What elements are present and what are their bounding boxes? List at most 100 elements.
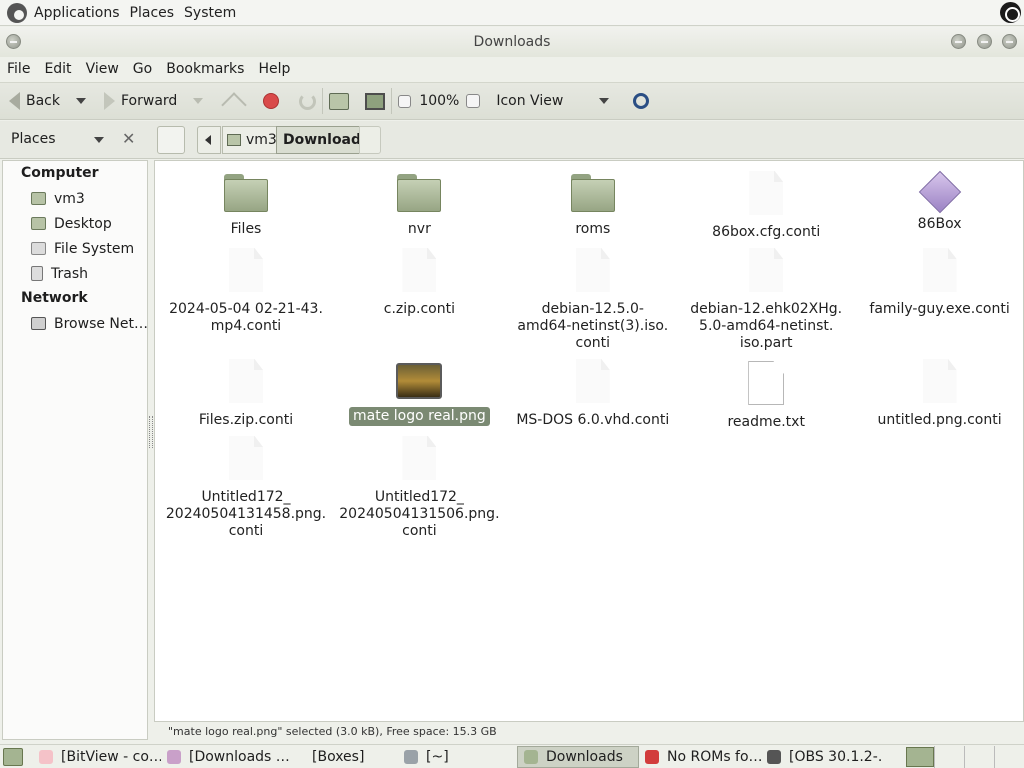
- search-icon[interactable]: [633, 93, 650, 109]
- file-icon: [229, 359, 263, 403]
- menu-edit[interactable]: Edit: [37, 61, 78, 77]
- show-desktop-icon[interactable]: [3, 747, 23, 766]
- file-item[interactable]: 2024-05-04 02-21-43. mp4.conti: [161, 240, 331, 336]
- file-label: c.zip.conti: [383, 301, 456, 317]
- menu-help[interactable]: Help: [251, 61, 297, 77]
- view-mode-label: Icon View: [496, 93, 564, 109]
- file-item[interactable]: 86Box: [855, 163, 1024, 234]
- file-item[interactable]: Untitled172_ 20240504131506.png. conti: [334, 428, 504, 541]
- minimize-button[interactable]: [951, 34, 966, 49]
- view-mode-select[interactable]: Icon View: [496, 86, 610, 116]
- pane-resize-handle[interactable]: [149, 416, 153, 448]
- taskbar-label: [~]: [426, 748, 449, 765]
- file-item[interactable]: roms: [508, 163, 678, 239]
- close-button[interactable]: [1002, 34, 1017, 49]
- menu-places[interactable]: Places: [125, 5, 180, 21]
- close-pane-icon[interactable]: ✕: [122, 129, 135, 148]
- back-button[interactable]: Back: [9, 86, 60, 116]
- sidebar-heading-computer: Computer: [21, 165, 99, 181]
- menu-view[interactable]: View: [79, 61, 126, 77]
- workspace-1[interactable]: [906, 746, 934, 767]
- taskbar-button[interactable]: [Downloads …: [161, 746, 298, 768]
- zoom-reset-icon[interactable]: [466, 94, 481, 108]
- obs-tray-icon[interactable]: [1000, 2, 1021, 23]
- file-item[interactable]: debian-12.5.0- amd64-netinst(3).iso. conti: [508, 240, 678, 353]
- taskbar-button[interactable]: Downloads: [517, 745, 639, 768]
- file-item[interactable]: nvr: [334, 163, 504, 239]
- file-label: debian-12.ehk02XHg. 5.0-amd64-netinst. iso…: [690, 301, 843, 351]
- reload-icon[interactable]: [299, 92, 317, 110]
- computer-icon[interactable]: [365, 92, 386, 110]
- drive-icon: [31, 242, 46, 255]
- workspace-4[interactable]: [994, 745, 1024, 768]
- taskbar-button[interactable]: [Boxes]: [298, 746, 398, 768]
- menu-system[interactable]: System: [179, 5, 241, 21]
- app-icon: [39, 749, 53, 764]
- stop-icon[interactable]: [263, 93, 280, 109]
- file-icon: [922, 248, 957, 292]
- file-item[interactable]: MS-DOS 6.0.vhd.conti: [508, 351, 678, 430]
- file-label: Files: [230, 221, 262, 237]
- file-label: Untitled172_ 20240504131458.png. conti: [165, 489, 327, 539]
- maximize-button[interactable]: [977, 34, 992, 49]
- image-thumbnail-icon: [396, 363, 443, 399]
- taskbar-label: [Boxes]: [312, 748, 365, 765]
- file-item[interactable]: family-guy.exe.conti: [855, 240, 1024, 319]
- file-label: Untitled172_ 20240504131506.png. conti: [339, 489, 500, 539]
- mate-logo-icon[interactable]: [7, 2, 27, 23]
- menu-applications[interactable]: Applications: [29, 5, 125, 21]
- sidebar-item-desktop[interactable]: Desktop: [3, 211, 147, 236]
- sidebar-heading-network: Network: [21, 290, 88, 306]
- home-icon[interactable]: [329, 92, 350, 110]
- up-icon[interactable]: [221, 92, 248, 118]
- file-item[interactable]: readme.txt: [681, 351, 851, 432]
- file-icon-view[interactable]: Files nvr roms 86box.cfg.conti 86Box 2024-05-…: [154, 160, 1024, 722]
- taskbar-button[interactable]: No ROMs fo…: [639, 746, 761, 768]
- taskbar-button[interactable]: [BitView - co…: [33, 746, 161, 768]
- edit-location-icon[interactable]: [157, 126, 185, 154]
- file-label: 86Box: [917, 216, 962, 232]
- sidebar-item-trash[interactable]: Trash: [3, 261, 147, 286]
- menu-file[interactable]: File: [0, 61, 37, 77]
- file-item[interactable]: mate logo real.png: [334, 351, 504, 426]
- menu-bookmarks[interactable]: Bookmarks: [159, 61, 251, 77]
- taskbar-label: [OBS 30.1.2-…: [789, 748, 881, 765]
- crumb-right-arrow[interactable]: [359, 126, 381, 154]
- file-item[interactable]: 86box.cfg.conti: [681, 163, 851, 242]
- file-item[interactable]: Files.zip.conti: [161, 351, 331, 430]
- file-icon: [575, 359, 610, 403]
- forward-button[interactable]: Forward: [104, 86, 177, 116]
- side-pane-dropdown-icon[interactable]: [94, 137, 104, 143]
- file-item[interactable]: Untitled172_ 20240504131458.png. conti: [161, 428, 331, 541]
- window-menu-button[interactable]: [6, 34, 21, 49]
- sidebar-item-vm3[interactable]: vm3: [3, 186, 147, 211]
- file-item[interactable]: untitled.png.conti: [855, 351, 1024, 430]
- chevron-left-icon: [205, 135, 211, 145]
- file-icon: [402, 248, 437, 292]
- file-item[interactable]: debian-12.ehk02XHg. 5.0-amd64-netinst. iso…: [681, 240, 851, 353]
- file-item[interactable]: Files: [161, 163, 331, 239]
- workspace-3[interactable]: [964, 745, 994, 768]
- back-history-dropdown-icon[interactable]: [76, 98, 86, 104]
- file-icon: [575, 248, 610, 292]
- menu-go[interactable]: Go: [126, 61, 159, 77]
- file-item[interactable]: c.zip.conti: [334, 240, 504, 319]
- workspace-2[interactable]: [934, 745, 964, 768]
- side-pane-label[interactable]: Places: [11, 131, 56, 147]
- crumb-vm3[interactable]: vm3: [222, 126, 282, 154]
- taskbar-button[interactable]: [OBS 30.1.2-…: [761, 746, 881, 768]
- taskbar-button[interactable]: [~]: [398, 746, 517, 768]
- window-titlebar[interactable]: Downloads: [0, 27, 1024, 57]
- back-arrow-icon: [9, 92, 20, 110]
- menubar: File Edit View Go Bookmarks Help: [0, 57, 1024, 81]
- sidebar-item-browse-network[interactable]: Browse Net…: [3, 311, 147, 336]
- file-label: untitled.png.conti: [877, 412, 1002, 428]
- crumb-label: Downloads: [283, 132, 370, 148]
- zoom-level[interactable]: 100%: [419, 86, 459, 116]
- zoom-out-icon[interactable]: [398, 94, 412, 108]
- file-label: nvr: [407, 221, 431, 237]
- forward-history-dropdown-icon[interactable]: [193, 98, 204, 104]
- trash-icon: [31, 266, 43, 281]
- sidebar-item-file-system[interactable]: File System: [3, 236, 147, 261]
- toolbar-separator: [322, 88, 324, 114]
